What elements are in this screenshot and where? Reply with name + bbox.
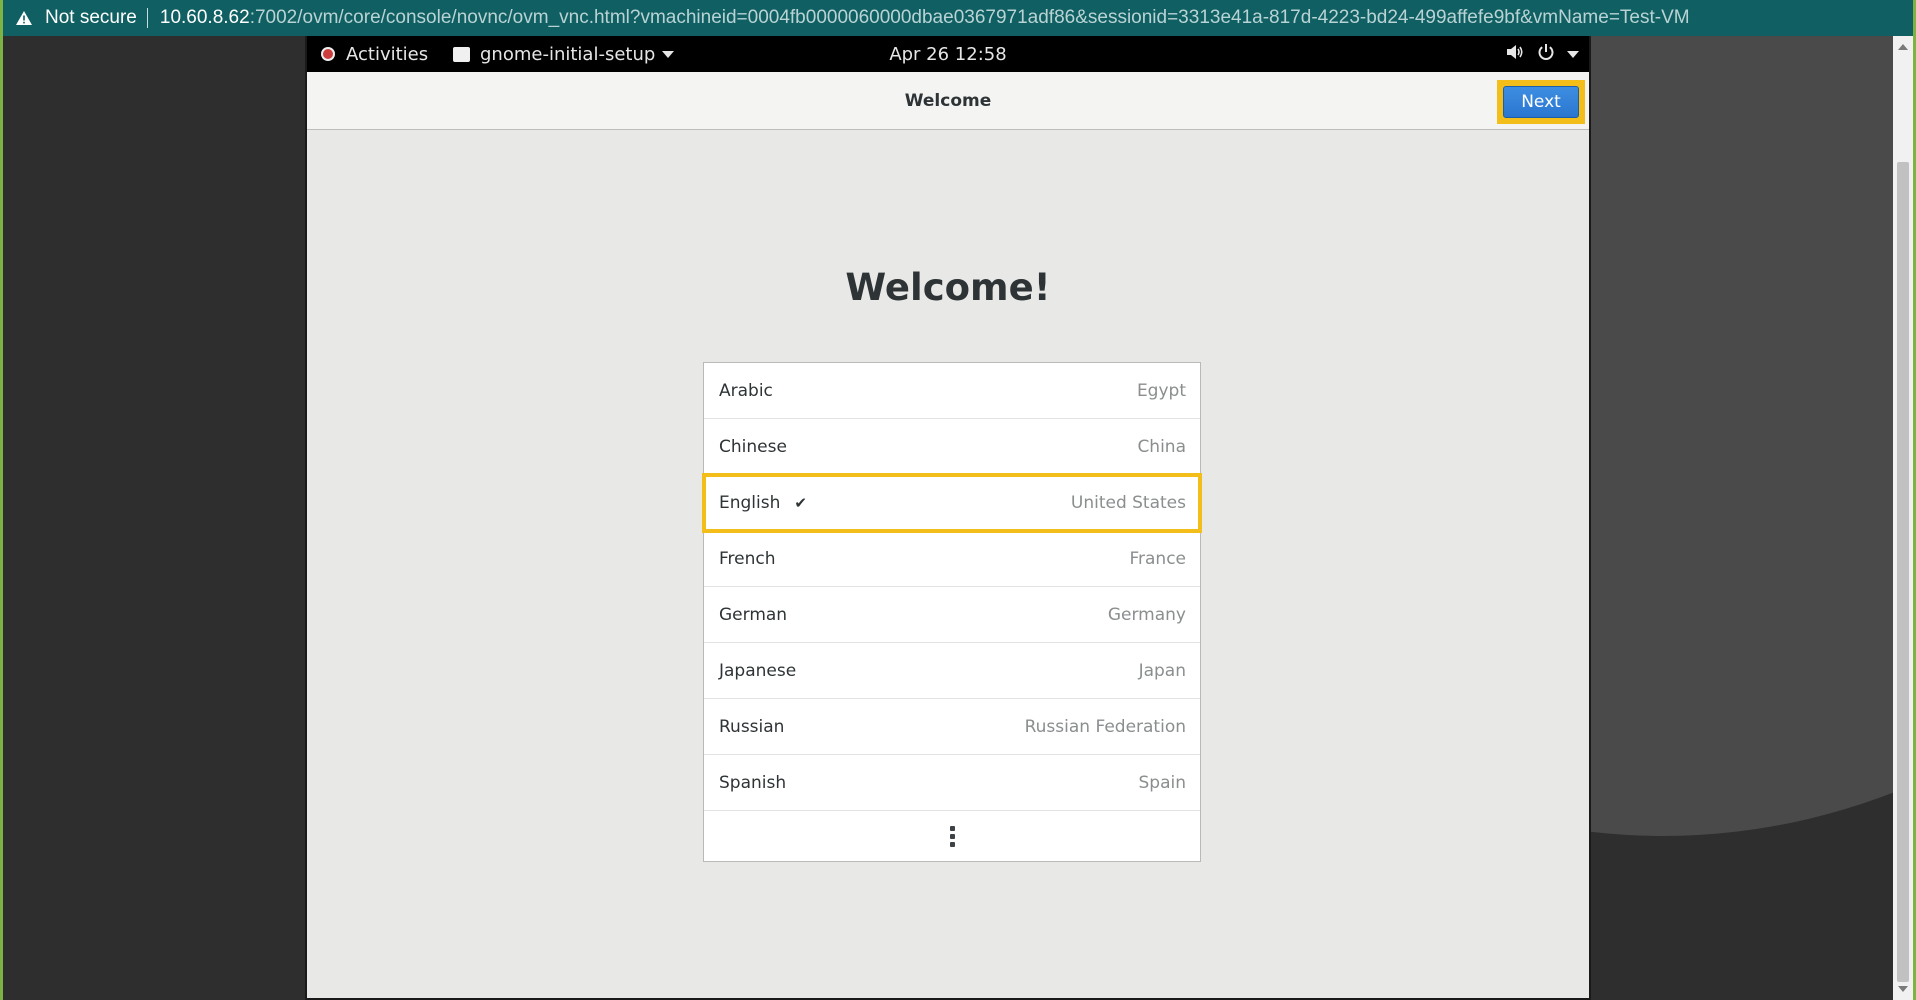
- scroll-up-icon[interactable]: [1898, 44, 1908, 50]
- language-country: United States: [1070, 492, 1186, 513]
- more-languages-button[interactable]: [704, 811, 1200, 861]
- language-name-container: English ✔: [719, 493, 807, 513]
- language-country: Japan: [1138, 660, 1186, 681]
- language-row-russian[interactable]: Russian Russian Federation: [704, 699, 1200, 755]
- activities-button[interactable]: Activities: [321, 36, 428, 72]
- language-name: English: [719, 492, 781, 513]
- gnome-top-bar: Activities gnome-initial-setup Apr 26 12…: [307, 36, 1589, 72]
- language-row-english[interactable]: English ✔ United States: [702, 473, 1202, 533]
- browser-address-bar[interactable]: Not secure 10.60.8.62:7002/ovm/core/cons…: [3, 0, 1913, 36]
- language-list: Arabic Egypt Chinese China English ✔ Uni…: [702, 362, 1202, 862]
- language-name: Russian: [719, 716, 785, 737]
- language-country: France: [1129, 548, 1186, 569]
- scrollbar-thumb[interactable]: [1897, 162, 1909, 982]
- app-icon: [453, 46, 470, 62]
- app-menu[interactable]: gnome-initial-setup: [453, 36, 675, 72]
- next-button-highlight: Next: [1497, 80, 1585, 124]
- language-name: Chinese: [719, 436, 787, 457]
- chevron-down-icon: [1567, 50, 1579, 58]
- language-row-japanese[interactable]: Japanese Japan: [704, 643, 1200, 699]
- language-name: German: [719, 604, 788, 625]
- next-button[interactable]: Next: [1503, 86, 1579, 118]
- address-separator: [146, 8, 148, 28]
- volume-icon: [1505, 43, 1525, 66]
- security-status[interactable]: Not secure: [45, 7, 137, 29]
- language-country: China: [1137, 436, 1186, 457]
- more-vertical-icon: [949, 825, 955, 847]
- language-row-spanish[interactable]: Spanish Spain: [704, 755, 1200, 811]
- welcome-heading: Welcome!: [845, 266, 1051, 309]
- warning-icon: [13, 7, 35, 29]
- power-icon: [1537, 43, 1555, 66]
- header-bar: Welcome Next: [307, 72, 1589, 130]
- activities-icon: [321, 47, 335, 61]
- language-country: Spain: [1138, 772, 1187, 793]
- activities-label: Activities: [346, 43, 429, 65]
- language-row-french[interactable]: French France: [704, 531, 1200, 587]
- app-menu-label: gnome-initial-setup: [480, 43, 656, 65]
- clock[interactable]: Apr 26 12:58: [889, 44, 1006, 65]
- console-page: Activities gnome-initial-setup Apr 26 12…: [3, 36, 1913, 1000]
- vm-screen[interactable]: Activities gnome-initial-setup Apr 26 12…: [305, 36, 1591, 1000]
- scroll-down-icon[interactable]: [1898, 986, 1908, 992]
- system-menu[interactable]: [1505, 36, 1579, 72]
- chevron-down-icon: [662, 50, 675, 58]
- language-country: Egypt: [1136, 380, 1186, 401]
- language-country: Russian Federation: [1024, 716, 1186, 737]
- language-country: Germany: [1107, 604, 1186, 625]
- language-name: French: [719, 548, 776, 569]
- language-row-german[interactable]: German Germany: [704, 587, 1200, 643]
- url-host[interactable]: 10.60.8.62: [160, 7, 250, 29]
- url-path[interactable]: :7002/ovm/core/console/novnc/ovm_vnc.htm…: [250, 7, 1690, 29]
- header-title: Welcome: [904, 91, 992, 111]
- language-name: Spanish: [719, 772, 787, 793]
- checkmark-icon: ✔: [794, 493, 807, 512]
- language-row-chinese[interactable]: Chinese China: [704, 419, 1200, 475]
- language-row-arabic[interactable]: Arabic Egypt: [704, 363, 1200, 419]
- language-name: Arabic: [719, 380, 773, 401]
- language-name: Japanese: [719, 660, 797, 681]
- page-scrollbar[interactable]: [1893, 36, 1913, 1000]
